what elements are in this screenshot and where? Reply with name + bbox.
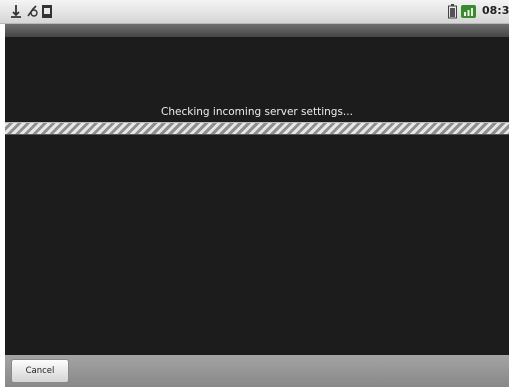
indeterminate-progress-bar xyxy=(5,122,509,135)
signal-icon xyxy=(461,5,476,18)
status-time: 08:32 xyxy=(482,4,509,17)
button-bar: Cancel xyxy=(5,355,509,387)
cancel-button[interactable]: Cancel xyxy=(11,359,69,383)
battery-icon xyxy=(448,4,457,19)
progress-text: Checking incoming server settings... xyxy=(161,106,353,118)
debug-bug-icon xyxy=(27,5,38,17)
title-strip xyxy=(5,24,509,37)
progress-screen: Checking incoming server settings... xyxy=(5,24,509,355)
status-bar: 08:32 xyxy=(0,0,509,24)
sd-card-icon xyxy=(42,5,52,18)
usb-debug-icon xyxy=(11,5,21,18)
